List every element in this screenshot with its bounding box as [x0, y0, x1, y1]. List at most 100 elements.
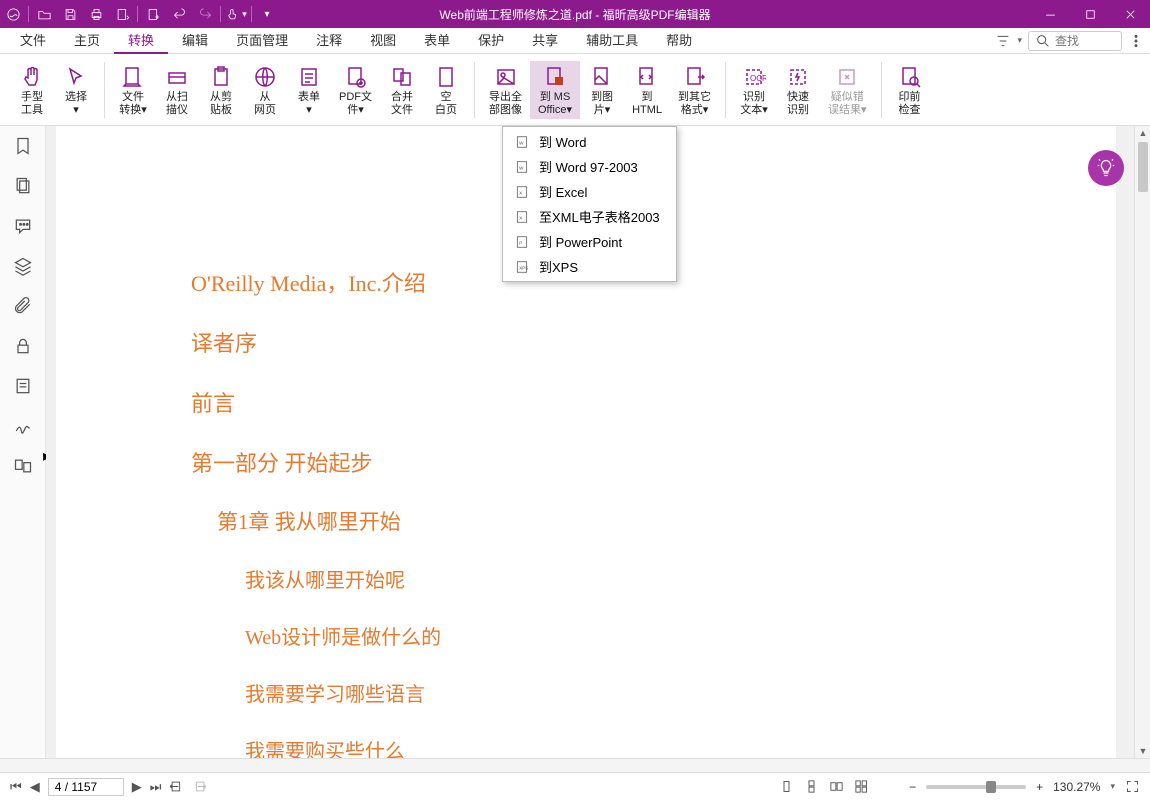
close-button[interactable]	[1110, 0, 1150, 28]
touch-icon[interactable]: ▾	[223, 0, 249, 28]
dropdown-label: 到 Excel	[539, 182, 587, 201]
ocr-text-button[interactable]: OCR识别 文本▾	[732, 61, 776, 119]
fields-icon[interactable]	[13, 376, 33, 396]
nav-back-icon[interactable]	[169, 779, 184, 794]
scroll-down-icon[interactable]: ▼	[1135, 744, 1150, 758]
search-input[interactable]	[1028, 31, 1122, 51]
menu-主页[interactable]: 主页	[60, 27, 114, 54]
toc-entry: Web设计师是做什么的	[245, 621, 1036, 650]
menu-保护[interactable]: 保护	[464, 27, 518, 54]
prev-page-button[interactable]: ◀	[30, 779, 40, 795]
scroll-thumb[interactable]	[1138, 142, 1148, 192]
attachments-icon[interactable]	[13, 296, 33, 316]
save-icon[interactable]	[57, 0, 83, 28]
next-page-button[interactable]: ▶	[132, 779, 142, 795]
zoom-out-button[interactable]: −	[909, 780, 916, 794]
facing-view-icon[interactable]	[829, 779, 844, 794]
dropdown-item[interactable]: W到 Word	[503, 129, 676, 154]
print-icon[interactable]	[83, 0, 109, 28]
file-type-icon: W	[515, 160, 529, 174]
menu-辅助工具[interactable]: 辅助工具	[572, 27, 652, 54]
first-page-button[interactable]: ⏮	[10, 779, 22, 795]
continuous-view-icon[interactable]	[804, 779, 819, 794]
zoom-in-button[interactable]: +	[1036, 780, 1043, 794]
open-icon[interactable]	[31, 0, 57, 28]
comments-icon[interactable]	[13, 216, 33, 236]
msoffice-dropdown: W到 WordW到 Word 97-2003X到 ExcelX至XML电子表格2…	[502, 126, 677, 282]
search-field[interactable]	[1055, 34, 1115, 48]
suspect-results-button: 疑似错 误结果▾	[820, 61, 875, 119]
maximize-button[interactable]	[1070, 0, 1110, 28]
select-tool-button[interactable]: 选择▾	[54, 61, 98, 119]
dropdown-label: 到XPS	[539, 257, 578, 276]
minimize-button[interactable]	[1030, 0, 1070, 28]
file-type-icon: X	[515, 185, 529, 199]
bookmark-icon[interactable]	[13, 136, 33, 156]
blank-page-button[interactable]: 空 白页	[424, 61, 468, 119]
redo-icon[interactable]	[192, 0, 218, 28]
single-page-view-icon[interactable]	[779, 779, 794, 794]
preflight-button[interactable]: 印前 检查	[888, 61, 932, 119]
from-scanner-button[interactable]: 从扫 描仪	[155, 61, 199, 119]
svg-text:X: X	[519, 190, 523, 195]
menu-帮助[interactable]: 帮助	[652, 27, 706, 54]
layers-icon[interactable]	[13, 256, 33, 276]
svg-text:P: P	[519, 240, 522, 245]
dropdown-item[interactable]: XPS到XPS	[503, 254, 676, 279]
to-msoffice-button[interactable]: 到 MS Office▾	[530, 61, 580, 119]
from-clipboard-button[interactable]: 从剪 贴板	[199, 61, 243, 119]
to-html-button[interactable]: 到 HTML	[624, 61, 670, 119]
signature-icon[interactable]	[13, 416, 33, 436]
export-images-button[interactable]: 导出全 部图像	[481, 61, 530, 119]
from-web-button[interactable]: 从 网页	[243, 61, 287, 119]
to-image-button[interactable]: 到图 片▾	[580, 61, 624, 119]
menu-编辑[interactable]: 编辑	[168, 27, 222, 54]
dropdown-item[interactable]: P到 PowerPoint	[503, 229, 676, 254]
menu-注释[interactable]: 注释	[302, 27, 356, 54]
menu-页面管理[interactable]: 页面管理	[222, 27, 302, 54]
menu-文件[interactable]: 文件	[6, 27, 60, 54]
menu-视图[interactable]: 视图	[356, 27, 410, 54]
to-other-button[interactable]: 到其它 格式▾	[670, 61, 719, 119]
toc-entry: 第1章 我从哪里开始	[217, 506, 1036, 536]
horizontal-scrollbar[interactable]	[0, 758, 1150, 772]
new-icon[interactable]	[140, 0, 166, 28]
last-page-button[interactable]: ⏭	[150, 779, 162, 795]
nav-fwd-icon[interactable]	[192, 779, 207, 794]
menu-共享[interactable]: 共享	[518, 27, 572, 54]
quick-ocr-button[interactable]: 快速 识别	[776, 61, 820, 119]
document-title: Web前端工程师修炼之道.pdf - 福昕高级PDF编辑器	[439, 6, 710, 23]
fullscreen-icon[interactable]	[1125, 779, 1140, 794]
file-type-icon: P	[515, 235, 529, 249]
pages-icon[interactable]	[13, 176, 33, 196]
qat-dropdown-icon[interactable]: ▾	[254, 0, 280, 28]
dropdown-item[interactable]: W到 Word 97-2003	[503, 154, 676, 179]
zoom-level[interactable]: 130.27%	[1053, 780, 1100, 794]
menu-表单[interactable]: 表单	[410, 27, 464, 54]
zoom-slider[interactable]	[926, 785, 1026, 789]
compare-icon[interactable]	[13, 456, 33, 476]
undo-icon[interactable]	[166, 0, 192, 28]
menu-转换[interactable]: 转换	[114, 27, 168, 54]
form-button[interactable]: 表单▾	[287, 61, 331, 119]
combine-button[interactable]: 合并 文件	[380, 61, 424, 119]
toc-entry: 我需要购买些什么	[245, 735, 1036, 758]
pdf-file-button[interactable]: PDF文 件▾	[331, 61, 380, 119]
file-convert-button[interactable]: 文件 转换▾	[111, 61, 155, 119]
save-as-icon[interactable]	[109, 0, 135, 28]
svg-text:X: X	[519, 215, 523, 220]
hand-tool-button[interactable]: 手型 工具	[10, 61, 54, 119]
security-icon[interactable]	[13, 336, 33, 356]
idea-bulb-button[interactable]	[1088, 150, 1124, 186]
dropdown-item[interactable]: X 到 Excel	[503, 179, 676, 204]
scroll-up-icon[interactable]: ▲	[1135, 126, 1150, 140]
continuous-facing-icon[interactable]	[854, 779, 869, 794]
toc-entry: 译者序	[191, 326, 1036, 358]
more-icon[interactable]	[1128, 33, 1144, 49]
dropdown-item[interactable]: X至XML电子表格2003	[503, 204, 676, 229]
page-number-input[interactable]	[48, 778, 124, 796]
filter-icon[interactable]	[995, 33, 1011, 49]
ribbon: 手型 工具 选择▾ 文件 转换▾ 从扫 描仪 从剪 贴板 从 网页 表单▾ PD…	[0, 54, 1150, 126]
vertical-scrollbar[interactable]: ▲ ▼	[1134, 126, 1150, 758]
dropdown-label: 到 Word	[539, 132, 586, 151]
